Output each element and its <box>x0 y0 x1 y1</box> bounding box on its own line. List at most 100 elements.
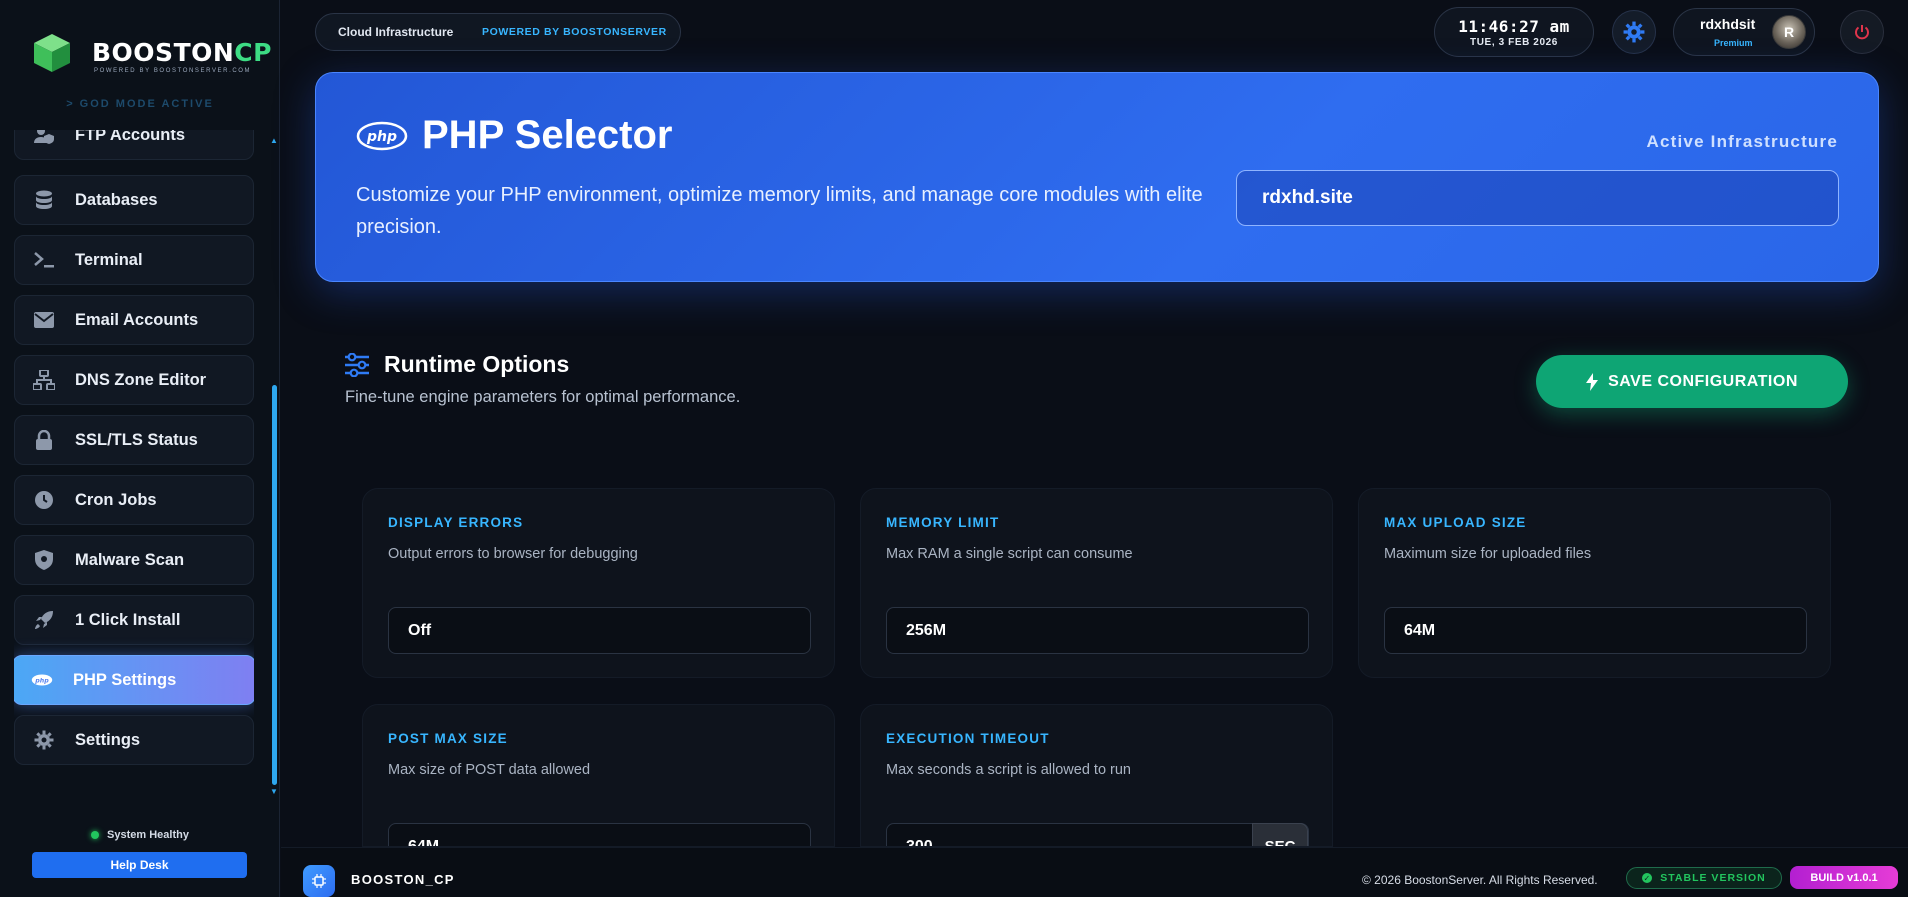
sidebar-item-cron-jobs[interactable]: Cron Jobs <box>14 475 254 525</box>
option-card-execution-timeout: EXECUTION TIMEOUT Max seconds a script i… <box>860 704 1333 847</box>
avatar[interactable]: R <box>1772 15 1806 49</box>
check-icon: ✓ <box>1642 873 1653 883</box>
gear-icon <box>33 729 55 751</box>
sliders-icon <box>345 353 369 377</box>
sidebar-item-1-click-install[interactable]: 1 Click Install <box>14 595 254 645</box>
sidebar-item-label: Email Accounts <box>75 310 199 329</box>
help-desk-button[interactable]: Help Desk <box>32 852 247 878</box>
footer: BOOSTON_CP © 2026 BoostonServer. All Rig… <box>281 847 1908 897</box>
option-label: POST MAX SIZE <box>388 731 508 746</box>
logout-button[interactable] <box>1840 10 1884 54</box>
sidebar-item-label: PHP Settings <box>73 670 177 689</box>
runtime-options-title: Runtime Options <box>384 351 570 377</box>
network-icon <box>33 369 55 391</box>
power-icon <box>1855 25 1869 40</box>
sidebar-item-email-accounts[interactable]: Email Accounts <box>14 295 254 345</box>
sidebar-item-malware-scan[interactable]: Malware Scan <box>14 535 254 585</box>
ftp-user-icon <box>33 130 55 146</box>
sidebar-item-label: Databases <box>75 190 158 209</box>
envelope-icon <box>33 309 55 331</box>
scroll-up-arrow-icon[interactable]: ▲ <box>270 136 278 145</box>
system-health-status: System Healthy <box>0 829 280 841</box>
stable-version-label: STABLE VERSION <box>1660 872 1766 884</box>
option-label: MEMORY LIMIT <box>886 515 1000 530</box>
footer-brand: BOOSTON_CP <box>351 872 455 887</box>
domain-selector[interactable]: rdxhd.site <box>1236 170 1839 226</box>
status-dot-icon <box>91 831 100 839</box>
build-version-badge: BUILD v1.0.1 <box>1790 866 1898 889</box>
breadcrumb: Cloud Infrastructure POWERED BY BOOSTONS… <box>315 13 681 51</box>
god-mode-label: > GOD MODE ACTIVE <box>66 98 214 110</box>
execution-timeout-unit: SEC <box>1252 823 1308 846</box>
sidebar-item-dns-zone-editor[interactable]: DNS Zone Editor <box>14 355 254 405</box>
clock-widget: 11:46:27 am TUE, 3 FEB 2026 <box>1434 7 1594 57</box>
shield-virus-icon <box>33 549 55 571</box>
sidebar-item-label: 1 Click Install <box>75 610 181 629</box>
sidebar-item-databases[interactable]: Databases <box>14 175 254 225</box>
post-max-size-select[interactable]: 64M <box>388 823 811 846</box>
system-health-label: System Healthy <box>107 829 189 841</box>
sidebar-item-label: FTP Accounts <box>75 130 186 144</box>
sidebar-item-label: SSL/TLS Status <box>75 430 198 449</box>
php-logo-text: php <box>366 129 397 145</box>
execution-timeout-input[interactable]: 300 SEC <box>886 823 1309 847</box>
sidebar: BOOSTONCP POWERED BY BOOSTONSERVER.COM >… <box>0 0 280 897</box>
sidebar-item-settings[interactable]: Settings <box>14 715 254 765</box>
option-label: DISPLAY ERRORS <box>388 515 524 530</box>
lightning-bolt-icon <box>1586 372 1599 391</box>
sidebar-item-label: Settings <box>75 730 141 749</box>
sidebar-item-ssl-tls-status[interactable]: SSL/TLS Status <box>14 415 254 465</box>
option-card-post-max-size: POST MAX SIZE Max size of POST data allo… <box>362 704 835 847</box>
breadcrumb-primary: Cloud Infrastructure <box>338 25 454 39</box>
breadcrumb-secondary: POWERED BY BOOSTONSERVER <box>482 26 667 38</box>
memory-limit-select[interactable]: 256M <box>886 607 1309 654</box>
sidebar-item-php-settings[interactable]: php PHP Settings <box>14 655 254 705</box>
cube-logo-icon <box>34 34 70 72</box>
brand[interactable]: BOOSTONCP POWERED BY BOOSTONSERVER.COM <box>32 30 272 80</box>
max-upload-size-select[interactable]: 64M <box>1384 607 1807 654</box>
option-label: MAX UPLOAD SIZE <box>1384 515 1527 530</box>
username: rdxhdsit <box>1700 16 1756 32</box>
clock-date: TUE, 3 FEB 2026 <box>1470 37 1558 48</box>
sidebar-item-terminal[interactable]: Terminal <box>14 235 254 285</box>
php-selector-hero: php PHP Selector Customize your PHP envi… <box>315 72 1879 282</box>
option-card-display-errors: DISPLAY ERRORS Output errors to browser … <box>362 488 835 678</box>
scroll-down-arrow-icon[interactable]: ▼ <box>270 787 278 796</box>
rocket-icon <box>33 609 55 631</box>
php-logo-icon: php <box>356 121 408 151</box>
sidebar-item-label: DNS Zone Editor <box>75 370 207 389</box>
option-help: Max RAM a single script can consume <box>886 546 1133 562</box>
execution-timeout-value: 300 <box>906 837 933 847</box>
option-label: EXECUTION TIMEOUT <box>886 731 1050 746</box>
runtime-options-subtitle: Fine-tune engine parameters for optimal … <box>345 388 741 406</box>
plan-badge: Premium <box>1714 38 1753 48</box>
sidebar-nav: FTP Accounts Databases Terminal Email Ac… <box>14 130 254 790</box>
sidebar-scrollbar[interactable] <box>272 385 277 785</box>
brand-name-accent: CP <box>234 38 272 67</box>
page-description: Customize your PHP environment, optimize… <box>356 184 1203 238</box>
clock-time: 11:46:27 am <box>1458 17 1570 36</box>
svg-text:php: php <box>34 677 49 684</box>
option-help: Max seconds a script is allowed to run <box>886 762 1131 778</box>
terminal-icon <box>33 249 55 271</box>
page-title: PHP Selector <box>422 113 673 157</box>
lock-icon <box>33 429 55 451</box>
brand-name: BOOSTONCP <box>92 38 272 67</box>
active-infrastructure-label: Active Infrastructure <box>1646 132 1838 151</box>
settings-gear-button[interactable] <box>1612 10 1656 54</box>
option-help: Output errors to browser for debugging <box>388 546 638 562</box>
brand-tagline: POWERED BY BOOSTONSERVER.COM <box>94 68 252 74</box>
sidebar-item-ftp-accounts[interactable]: FTP Accounts <box>14 130 254 160</box>
stable-version-badge: ✓ STABLE VERSION <box>1626 867 1782 889</box>
sidebar-item-label: Cron Jobs <box>75 490 157 509</box>
cpu-chip-icon <box>303 865 335 897</box>
save-configuration-button[interactable]: SAVE CONFIGURATION <box>1536 355 1848 408</box>
display-errors-select[interactable]: Off <box>388 607 811 654</box>
php-icon: php <box>31 669 53 691</box>
user-menu[interactable]: rdxhdsit Premium R <box>1673 8 1815 56</box>
option-card-memory-limit: MEMORY LIMIT Max RAM a single script can… <box>860 488 1333 678</box>
footer-copyright: © 2026 BoostonServer. All Rights Reserve… <box>1362 873 1598 887</box>
save-configuration-label: SAVE CONFIGURATION <box>1608 372 1798 390</box>
sidebar-item-label: Terminal <box>75 250 143 269</box>
option-card-max-upload-size: MAX UPLOAD SIZE Maximum size for uploade… <box>1358 488 1831 678</box>
